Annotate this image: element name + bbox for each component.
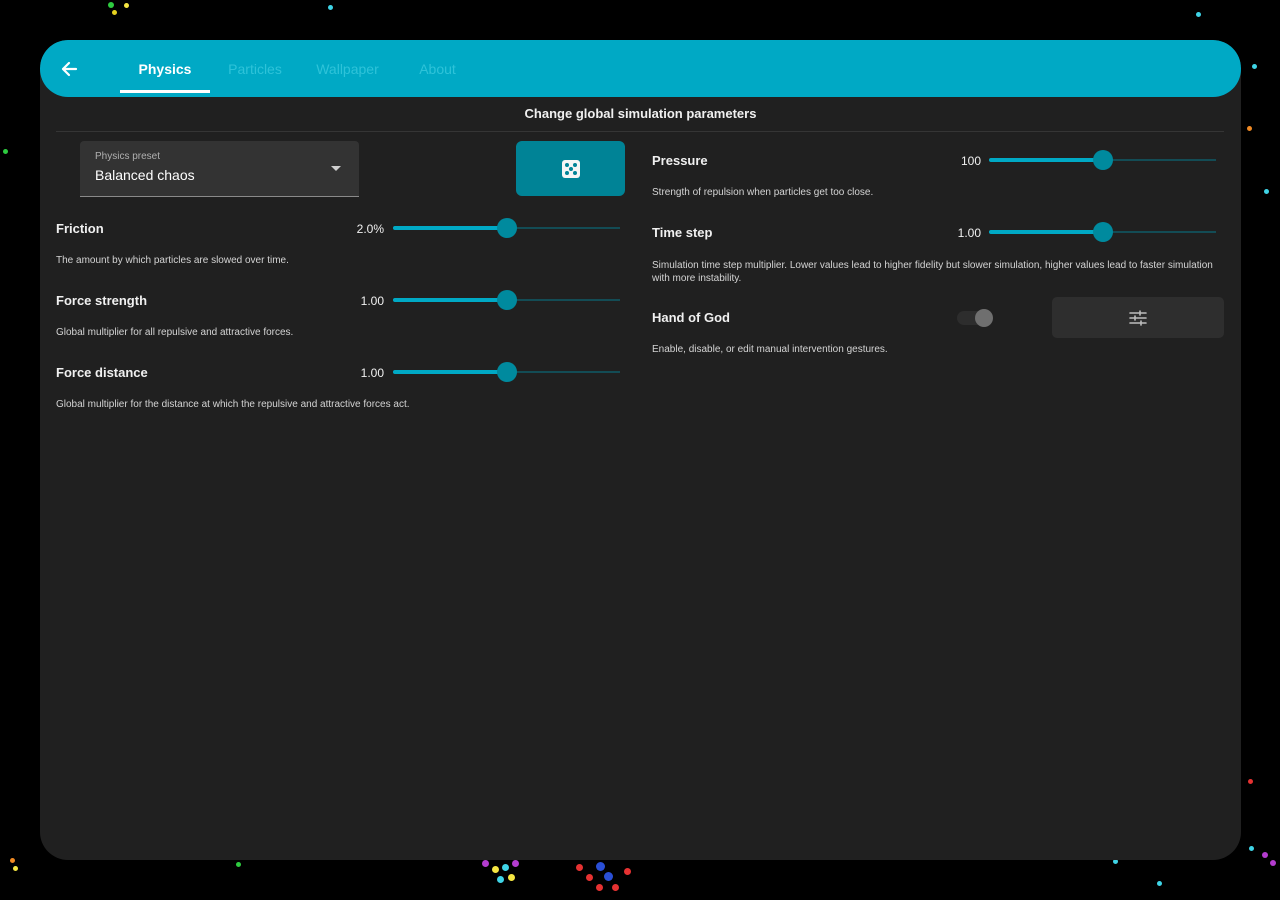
caret-down-icon [331,166,341,171]
slider-thumb[interactable] [496,218,517,238]
slider-thumb[interactable] [1092,150,1113,170]
setting-title: Hand of God [652,310,730,325]
setting-description: Strength of repulsion when particles get… [652,187,874,198]
divider [56,131,1224,132]
setting-title: Time step [652,225,713,240]
tab-wallpaper[interactable]: Wallpaper [300,40,395,97]
randomize-button[interactable] [516,141,625,196]
setting-description: The amount by which particles are slowed… [56,255,289,266]
top-app-bar: Physics Particles Wallpaper About [40,40,1241,97]
dice-icon [561,159,580,178]
setting-value: 100 [960,154,981,168]
setting-value: 2.0% [356,222,384,236]
edit-gestures-button[interactable] [1052,297,1224,338]
setting-title: Force distance [56,365,148,380]
setting-description: Global multiplier for the distance at wh… [56,399,410,410]
setting-value: 1.00 [360,366,384,380]
setting-title: Pressure [652,153,708,168]
sliders-icon [1129,309,1147,326]
slider-thumb[interactable] [496,290,517,310]
time-step-slider[interactable] [989,222,1216,242]
setting-description: Global multiplier for all repulsive and … [56,327,294,338]
force-distance-slider[interactable] [393,362,620,382]
physics-preset-dropdown[interactable]: Physics preset Balanced chaos [80,141,359,197]
setting-description: Enable, disable, or edit manual interven… [652,344,888,355]
pressure-slider[interactable] [989,150,1216,170]
force-strength-slider[interactable] [393,290,620,310]
preset-value: Balanced chaos [95,167,195,183]
setting-value: 1.00 [360,294,384,308]
tab-physics[interactable]: Physics [120,40,210,97]
tab-particles[interactable]: Particles [210,40,300,97]
setting-title: Friction [56,221,104,236]
back-button[interactable] [54,54,84,84]
settings-panel: Physics Particles Wallpaper About Change… [40,40,1241,860]
active-tab-indicator [120,90,210,93]
page-subtitle: Change global simulation parameters [524,106,757,121]
hand-of-god-toggle[interactable] [957,309,993,327]
setting-description: Simulation time step multiplier. Lower v… [652,260,1213,284]
slider-thumb[interactable] [496,362,517,382]
friction-slider[interactable] [393,218,620,238]
tab-about[interactable]: About [395,40,480,97]
arrow-left-icon [61,61,78,77]
slider-thumb[interactable] [1092,222,1113,242]
preset-label: Physics preset [95,151,161,162]
setting-value: 1.00 [957,226,981,240]
setting-title: Force strength [56,293,148,308]
